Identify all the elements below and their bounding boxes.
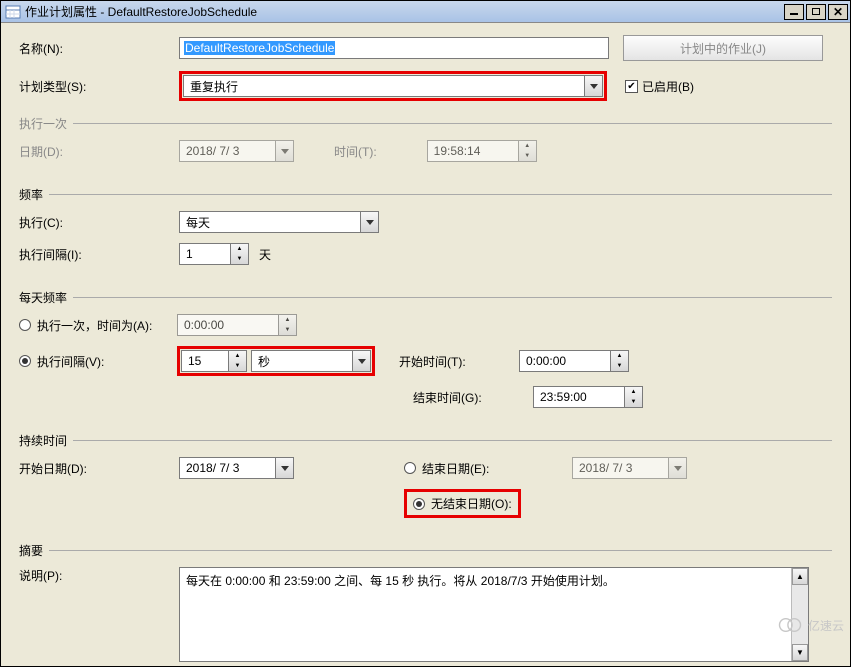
schedule-type-label: 计划类型(S):: [19, 78, 179, 95]
description-value: 每天在 0:00:00 和 23:59:00 之间、每 15 秒 执行。将从 2…: [186, 574, 615, 588]
execute-label: 执行(C):: [19, 214, 179, 231]
no-end-date-label: 无结束日期(O):: [431, 495, 512, 512]
dialog-window: 作业计划属性 - DefaultRestoreJobSchedule ✕ 名称(…: [0, 0, 851, 667]
name-row: 名称(N): DefaultRestoreJobSchedule 计划中的作业(…: [19, 35, 832, 61]
end-date-picker: 2018/ 7/ 3: [572, 457, 687, 479]
interval-amount-spinner[interactable]: 15 ▲▼: [181, 350, 247, 372]
exec-interval-radio[interactable]: [19, 355, 31, 367]
description-label: 说明(P):: [19, 567, 179, 584]
start-time-value: 0:00:00: [520, 354, 610, 368]
end-time-value: 23:59:00: [534, 390, 624, 404]
exec-once-time-value: 0:00:00: [178, 318, 278, 332]
enabled-checkbox[interactable]: ✔ 已启用(B): [625, 78, 694, 95]
start-time-spinner[interactable]: 0:00:00 ▲▼: [519, 350, 629, 372]
once-time-spinner: 19:58:14 ▲▼: [427, 140, 537, 162]
spinner-arrows-icon: ▲▼: [228, 351, 246, 371]
execute-once-legend: 执行一次: [19, 115, 73, 132]
frequency-legend: 频率: [19, 186, 49, 203]
dropdown-arrow-icon: [584, 76, 602, 96]
name-value: DefaultRestoreJobSchedule: [184, 41, 335, 55]
once-date-picker: 2018/ 7/ 3: [179, 140, 294, 162]
end-time-spinner[interactable]: 23:59:00 ▲▼: [533, 386, 643, 408]
dropdown-arrow-icon: [668, 458, 686, 478]
once-date-label: 日期(D):: [19, 143, 179, 160]
description-textarea[interactable]: 每天在 0:00:00 和 23:59:00 之间、每 15 秒 执行。将从 2…: [179, 567, 809, 662]
minimize-button[interactable]: [784, 4, 804, 20]
highlight-schedule-type: 重复执行: [179, 71, 607, 101]
highlight-interval: 15 ▲▼ 秒: [177, 346, 375, 376]
daily-frequency-section: 每天频率 执行一次，时间为(A): 0:00:00 ▲▼ 执行间隔(V): 15…: [19, 289, 832, 418]
close-button[interactable]: ✕: [828, 4, 848, 20]
scroll-down-icon[interactable]: ▼: [792, 644, 808, 661]
interval-unit-value: 秒: [252, 353, 352, 370]
highlight-no-end-date: 无结束日期(O):: [404, 489, 521, 518]
interval-unit-combo[interactable]: 秒: [251, 350, 371, 372]
dropdown-arrow-icon: [352, 351, 370, 371]
frequency-section: 频率 执行(C): 每天 执行间隔(I): 1 ▲▼ 天: [19, 186, 832, 275]
once-date-value: 2018/ 7/ 3: [180, 144, 275, 158]
schedule-icon: [5, 4, 21, 20]
dropdown-arrow-icon: [275, 141, 293, 161]
schedule-type-combo[interactable]: 重复执行: [183, 75, 603, 97]
exec-interval-label: 执行间隔(I):: [19, 246, 179, 263]
dialog-content: 名称(N): DefaultRestoreJobSchedule 计划中的作业(…: [1, 23, 850, 666]
schedule-type-value: 重复执行: [184, 78, 584, 95]
spinner-arrows-icon: ▲▼: [278, 315, 296, 335]
duration-section: 持续时间 开始日期(D): 2018/ 7/ 3 结束日期(E): 2018/ …: [19, 432, 832, 528]
exec-interval-v-label: 执行间隔(V):: [37, 353, 177, 370]
dropdown-arrow-icon: [360, 212, 378, 232]
spinner-arrows-icon: ▲▼: [624, 387, 642, 407]
exec-once-time-spinner: 0:00:00 ▲▼: [177, 314, 297, 336]
no-end-date-radio[interactable]: [413, 498, 425, 510]
once-time-value: 19:58:14: [428, 144, 518, 158]
end-date-radio[interactable]: [404, 462, 416, 474]
start-date-label: 开始日期(D):: [19, 460, 179, 477]
end-date-label: 结束日期(E):: [422, 460, 522, 477]
exec-interval-spinner[interactable]: 1 ▲▼: [179, 243, 249, 265]
start-date-picker[interactable]: 2018/ 7/ 3: [179, 457, 294, 479]
spinner-arrows-icon: ▲▼: [230, 244, 248, 264]
end-date-value: 2018/ 7/ 3: [573, 461, 668, 475]
name-label: 名称(N):: [19, 40, 179, 57]
start-time-label: 开始时间(T):: [399, 353, 489, 370]
exec-interval-value: 1: [180, 247, 230, 261]
checkbox-icon: ✔: [625, 80, 638, 93]
end-date-radio-group: 结束日期(E): 2018/ 7/ 3: [404, 457, 687, 479]
scrollbar[interactable]: ▲ ▼: [791, 568, 808, 661]
start-date-value: 2018/ 7/ 3: [180, 461, 275, 475]
spinner-arrows-icon: ▲▼: [610, 351, 628, 371]
maximize-button[interactable]: [806, 4, 826, 20]
once-time-label: 时间(T):: [334, 143, 377, 160]
schedule-type-row: 计划类型(S): 重复执行 ✔ 已启用(B): [19, 71, 832, 101]
jobs-in-schedule-button[interactable]: 计划中的作业(J): [623, 35, 823, 61]
titlebar: 作业计划属性 - DefaultRestoreJobSchedule ✕: [1, 1, 850, 23]
dropdown-arrow-icon: [275, 458, 293, 478]
summary-legend: 摘要: [19, 542, 49, 559]
execute-freq-combo[interactable]: 每天: [179, 211, 379, 233]
daily-freq-legend: 每天频率: [19, 289, 73, 306]
unit-days-label: 天: [259, 246, 271, 263]
scroll-up-icon[interactable]: ▲: [792, 568, 808, 585]
window-title: 作业计划属性 - DefaultRestoreJobSchedule: [25, 3, 782, 20]
execute-freq-value: 每天: [180, 214, 360, 231]
end-time-label: 结束时间(G):: [413, 389, 503, 406]
duration-legend: 持续时间: [19, 432, 73, 449]
spinner-arrows-icon: ▲▼: [518, 141, 536, 161]
exec-once-label: 执行一次，时间为(A):: [37, 317, 177, 334]
name-input[interactable]: DefaultRestoreJobSchedule: [179, 37, 609, 59]
interval-amount-value: 15: [182, 354, 228, 368]
enabled-label: 已启用(B): [642, 78, 694, 95]
summary-section: 摘要 说明(P): 每天在 0:00:00 和 23:59:00 之间、每 15…: [19, 542, 832, 666]
exec-once-radio[interactable]: [19, 319, 31, 331]
execute-once-section: 执行一次 日期(D): 2018/ 7/ 3 时间(T): 19:58:14 ▲…: [19, 115, 832, 172]
